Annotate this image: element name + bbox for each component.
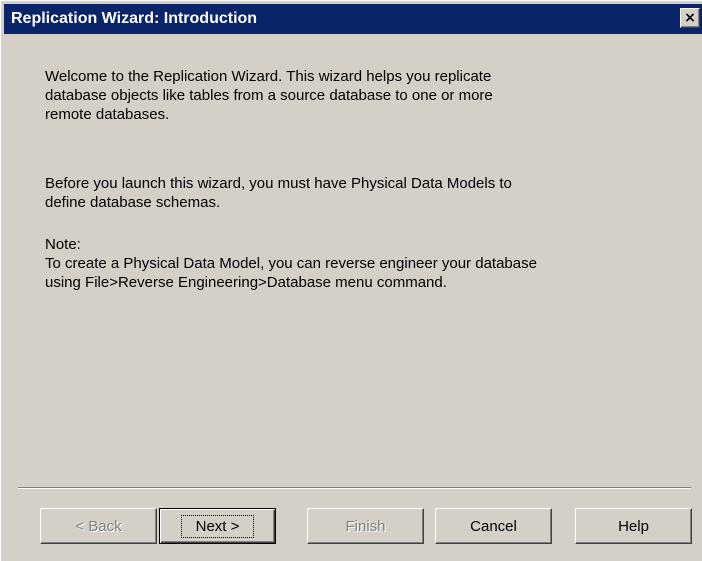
replication-wizard-dialog: Replication Wizard: Introduction × Welco… (0, 0, 702, 561)
next-button-label: Next > (180, 514, 255, 538)
button-separator (18, 487, 691, 489)
back-button[interactable]: < Back (40, 508, 157, 544)
close-button[interactable]: × (680, 8, 700, 28)
finish-button[interactable]: Finish (307, 508, 424, 544)
close-icon: × (684, 10, 696, 26)
back-button-label: < Back (75, 517, 122, 535)
title-bar[interactable]: Replication Wizard: Introduction × (4, 4, 702, 34)
cancel-button[interactable]: Cancel (435, 508, 552, 544)
finish-button-label: Finish (345, 517, 386, 535)
help-button[interactable]: Help (575, 508, 692, 544)
help-button-label: Help (618, 517, 649, 535)
window-title: Replication Wizard: Introduction (11, 10, 258, 27)
cancel-button-label: Cancel (470, 517, 517, 535)
next-button[interactable]: Next > (159, 508, 276, 544)
note-paragraph: Note: To create a Physical Data Model, y… (45, 236, 537, 291)
prerequisite-paragraph: Before you launch this wizard, you must … (45, 175, 512, 211)
welcome-paragraph: Welcome to the Replication Wizard. This … (45, 68, 493, 123)
